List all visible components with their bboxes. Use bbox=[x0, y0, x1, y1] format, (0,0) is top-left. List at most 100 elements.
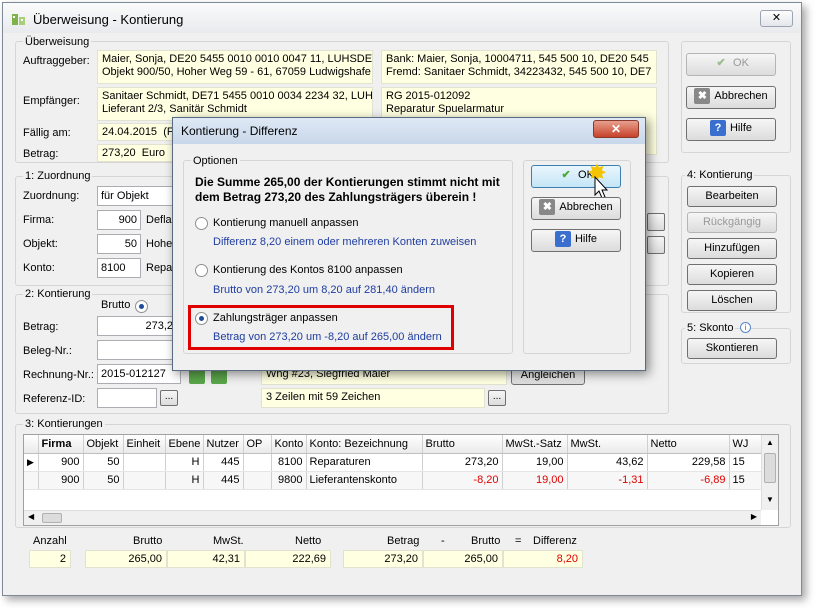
dialog-hilfe-label: Hilfe bbox=[574, 233, 597, 245]
abbrechen-label: Abbrechen bbox=[714, 90, 768, 102]
col-header[interactable]: Firma bbox=[38, 435, 84, 454]
abbrechen-button[interactable]: ✖ Abbrechen bbox=[686, 86, 776, 109]
dialog-title-bar[interactable]: Kontierung - Differenz ✕ bbox=[173, 118, 645, 144]
window-close-button[interactable]: ✕ bbox=[760, 10, 793, 27]
cell[interactable]: -1,31 bbox=[567, 471, 648, 490]
rueckgaengig-button[interactable]: Rückgängig bbox=[687, 212, 777, 233]
scroll-left-icon[interactable]: ◀ bbox=[28, 512, 34, 521]
cell[interactable]: 9800 bbox=[271, 471, 307, 490]
empfaenger-r2: Reparatur Spuelarmatur bbox=[386, 103, 505, 115]
col-header[interactable]: Netto bbox=[647, 435, 730, 454]
horizontal-scrollbar[interactable]: ◀ ▶ bbox=[24, 510, 761, 525]
table-row[interactable]: ▶ 900 50 H 445 8100 Reparaturen 273,20 1… bbox=[24, 453, 765, 472]
cell[interactable]: 273,20 bbox=[422, 453, 503, 472]
app-icon bbox=[12, 14, 25, 25]
auftraggeber-label: Auftraggeber: bbox=[23, 55, 90, 67]
cell[interactable]: 900 bbox=[38, 453, 84, 472]
col-header[interactable]: Objekt bbox=[83, 435, 124, 454]
skontieren-button[interactable]: Skontieren bbox=[687, 338, 777, 359]
cell[interactable]: 43,62 bbox=[567, 453, 648, 472]
opt3-radio[interactable] bbox=[195, 312, 208, 325]
scroll-up-icon[interactable]: ▲ bbox=[766, 438, 774, 447]
auftraggeber-right: Bank: Maier, Sonja, 10004711, 545 500 10… bbox=[381, 50, 657, 84]
ok-button[interactable]: ✔ OK bbox=[686, 53, 776, 76]
cell[interactable]: H bbox=[165, 453, 204, 472]
opt3-label[interactable]: Zahlungsträger anpassen bbox=[213, 312, 338, 324]
dialog-abbrechen-button[interactable]: ✖ Abbrechen bbox=[531, 197, 621, 220]
opt2-radio[interactable] bbox=[195, 264, 208, 277]
cell[interactable] bbox=[243, 471, 272, 490]
cell[interactable]: H bbox=[165, 471, 204, 490]
cell[interactable]: 19,00 bbox=[502, 471, 568, 490]
col-header[interactable]: Konto: Bezeichnung bbox=[306, 435, 423, 454]
betrag-label: Betrag: bbox=[23, 148, 59, 160]
kopieren-button[interactable]: Kopieren bbox=[687, 264, 777, 285]
opt2-label[interactable]: Kontierung des Kontos 8100 anpassen bbox=[213, 264, 403, 276]
scroll-thumb[interactable] bbox=[764, 453, 776, 483]
title-bar[interactable]: Überweisung - Kontierung ✕ bbox=[3, 3, 801, 33]
col-header[interactable]: MwSt.-Satz bbox=[502, 435, 568, 454]
sum-netto-label: Netto bbox=[295, 535, 322, 547]
cell[interactable]: 15 bbox=[729, 453, 765, 472]
zuordnung-side-btn-1[interactable] bbox=[647, 213, 665, 231]
zuordnung-side-btn-2[interactable] bbox=[647, 236, 665, 254]
beleg-input[interactable] bbox=[97, 340, 177, 360]
col-header[interactable]: WJ bbox=[729, 435, 765, 454]
dialog-hilfe-button[interactable]: ? Hilfe bbox=[531, 229, 621, 252]
zeilen-field[interactable]: 3 Zeilen mit 59 Zeichen bbox=[261, 388, 485, 408]
scroll-right-icon[interactable]: ▶ bbox=[751, 512, 757, 521]
bearbeiten-button[interactable]: Bearbeiten bbox=[687, 186, 777, 207]
objekt-input[interactable]: 50 bbox=[97, 234, 141, 254]
sum-brutto: 265,00 bbox=[85, 550, 167, 568]
cell[interactable]: 15 bbox=[729, 471, 765, 490]
col-header[interactable]: Nutzer bbox=[203, 435, 244, 454]
hilfe-button[interactable]: ? Hilfe bbox=[686, 118, 776, 141]
scroll-down-icon[interactable]: ▼ bbox=[766, 495, 774, 504]
brutto-radio[interactable] bbox=[135, 300, 148, 313]
sum-betrag: 273,20 bbox=[343, 550, 423, 568]
row-indicator-header bbox=[24, 435, 39, 454]
referenz-input[interactable] bbox=[97, 388, 157, 408]
referenz-dots-button[interactable]: ... bbox=[160, 390, 178, 406]
vertical-scrollbar[interactable]: ▲ ▼ bbox=[761, 435, 778, 510]
col-header[interactable]: Ebene bbox=[165, 435, 204, 454]
hscroll-thumb[interactable] bbox=[42, 513, 62, 523]
help-icon: ? bbox=[554, 231, 571, 248]
opt1-label[interactable]: Kontierung manuell anpassen bbox=[213, 217, 359, 229]
cell[interactable]: -6,89 bbox=[647, 471, 730, 490]
hinzufuegen-button[interactable]: Hinzufügen bbox=[687, 238, 777, 259]
sum-brutto2-label: Brutto bbox=[471, 535, 501, 547]
cell[interactable]: Reparaturen bbox=[306, 453, 423, 472]
rechnung-input[interactable]: 2015-012127 bbox=[97, 364, 181, 384]
col-header[interactable]: MwSt. bbox=[567, 435, 648, 454]
cell[interactable] bbox=[243, 453, 272, 472]
cell[interactable] bbox=[123, 471, 166, 490]
cell[interactable]: 900 bbox=[38, 471, 84, 490]
opt1-radio[interactable] bbox=[195, 217, 208, 230]
auftraggeber-r2: Fremd: Sanitaer Schmidt, 34223432, 545 5… bbox=[386, 66, 652, 78]
firma-input[interactable]: 900 bbox=[97, 210, 141, 230]
zeilen-dots-button[interactable]: ... bbox=[488, 390, 506, 406]
cell[interactable]: 19,00 bbox=[502, 453, 568, 472]
cell[interactable]: 50 bbox=[83, 453, 124, 472]
table-row[interactable]: 900 50 H 445 9800 Lieferantenskonto -8,2… bbox=[24, 471, 765, 490]
col-header[interactable]: Einheit bbox=[123, 435, 166, 454]
cell[interactable]: 445 bbox=[203, 471, 244, 490]
cell[interactable] bbox=[123, 453, 166, 472]
cell[interactable]: Lieferantenskonto bbox=[306, 471, 423, 490]
kont-betrag-input[interactable]: 273,2 bbox=[97, 316, 177, 336]
cell[interactable]: 8100 bbox=[271, 453, 307, 472]
col-header[interactable]: Brutto bbox=[422, 435, 503, 454]
col-header[interactable]: OP bbox=[243, 435, 272, 454]
zuordnung-select[interactable]: für Objekt bbox=[97, 186, 177, 206]
cell[interactable]: 229,58 bbox=[647, 453, 730, 472]
cell[interactable]: 445 bbox=[203, 453, 244, 472]
zuordnung-group-label: 1: Zuordnung bbox=[23, 170, 93, 182]
cell[interactable]: -8,20 bbox=[422, 471, 503, 490]
col-header[interactable]: Konto bbox=[271, 435, 307, 454]
dialog-close-button[interactable]: ✕ bbox=[593, 120, 639, 138]
loeschen-button[interactable]: Löschen bbox=[687, 290, 777, 311]
cell[interactable]: 50 bbox=[83, 471, 124, 490]
opt3-desc: Betrag von 273,20 um -8,20 auf 265,00 än… bbox=[213, 331, 442, 343]
konto-input[interactable]: 8100 bbox=[97, 258, 141, 278]
